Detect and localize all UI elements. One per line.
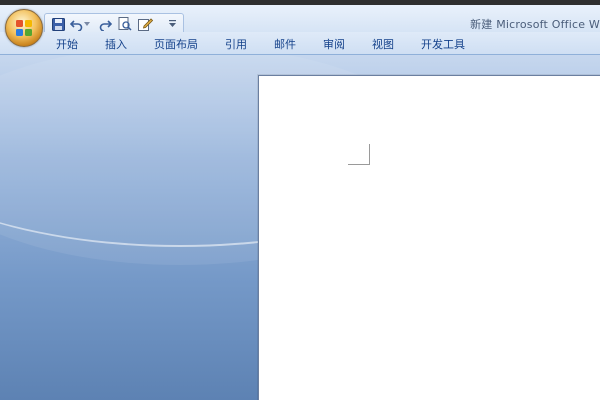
tab-developer[interactable]: 开发工具: [421, 36, 465, 52]
title-bar: 新建 Microsoft Office W: [0, 5, 600, 37]
window-title: 新建 Microsoft Office W: [470, 18, 600, 31]
tab-home[interactable]: 开始: [56, 36, 78, 52]
edit-icon[interactable]: [137, 16, 153, 32]
office-logo-icon: [16, 20, 32, 36]
undo-icon[interactable]: [68, 16, 84, 32]
tab-mailings[interactable]: 邮件: [274, 36, 296, 52]
tab-review[interactable]: 审阅: [323, 36, 345, 52]
office-button[interactable]: [5, 9, 43, 47]
ribbon-tab-bar: 开始 插入 页面布局 引用 邮件 审阅 视图 开发工具: [0, 32, 600, 55]
document-page[interactable]: [258, 75, 600, 400]
customize-dropdown-icon[interactable]: [167, 16, 177, 32]
tab-page-layout[interactable]: 页面布局: [154, 36, 198, 52]
margin-corner-mark: [348, 164, 370, 165]
undo-dropdown-icon[interactable]: [83, 16, 91, 32]
margin-corner-mark: [369, 144, 370, 164]
tab-references[interactable]: 引用: [225, 36, 247, 52]
print-preview-icon[interactable]: [117, 16, 133, 32]
redo-icon[interactable]: [97, 16, 113, 32]
save-icon[interactable]: [50, 16, 66, 32]
tab-insert[interactable]: 插入: [105, 36, 127, 52]
tab-view[interactable]: 视图: [372, 36, 394, 52]
document-workspace: [0, 55, 600, 400]
